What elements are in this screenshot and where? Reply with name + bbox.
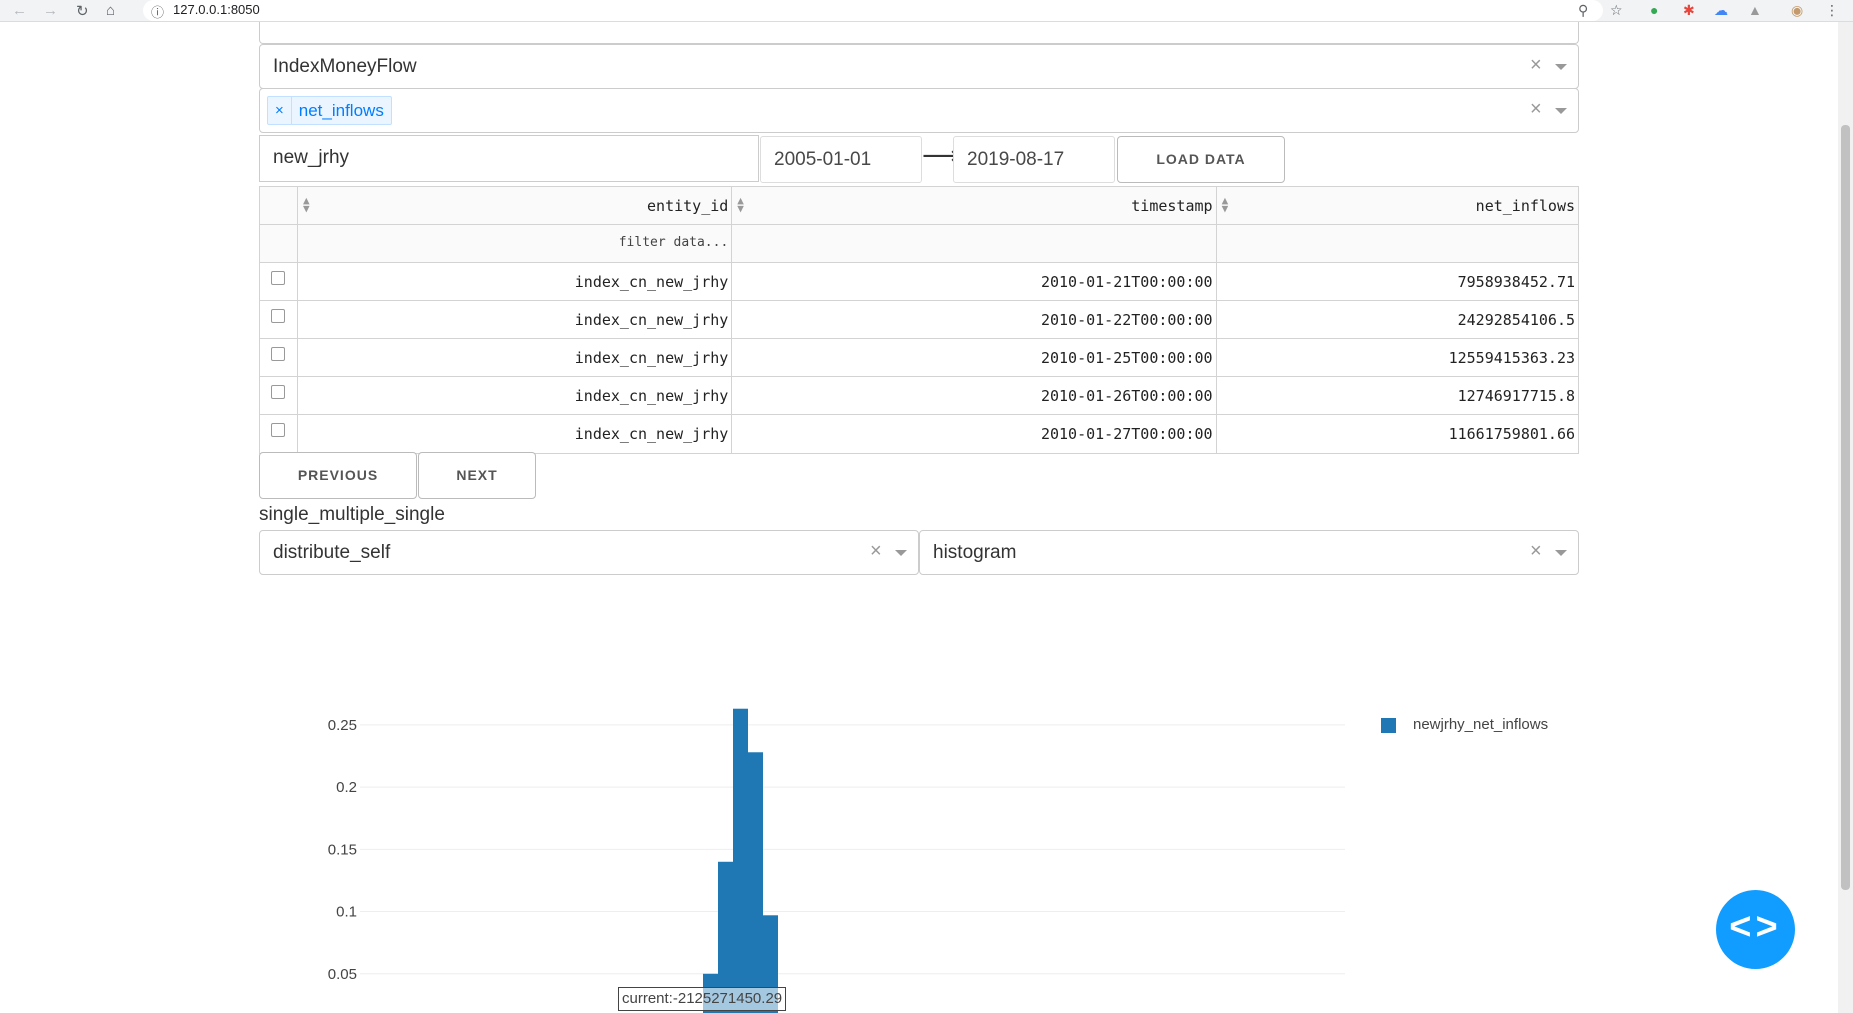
table-row: index_cn_new_jrhy 2010-01-26T00:00:00 12… — [260, 377, 1578, 415]
filter-input-timestamp[interactable] — [732, 225, 1217, 262]
legend-swatch[interactable] — [1381, 718, 1396, 733]
reload-icon[interactable]: ↻ — [76, 2, 89, 20]
cell-timestamp[interactable]: 2010-01-27T00:00:00 — [732, 415, 1217, 453]
cell-timestamp[interactable]: 2010-01-21T00:00:00 — [732, 263, 1217, 300]
home-icon[interactable]: ⌂ — [106, 2, 115, 19]
legend-label[interactable]: newjrhy_net_inflows — [1413, 716, 1548, 733]
extension-asterisk-icon[interactable]: ✱ — [1683, 2, 1695, 19]
extension-icon[interactable]: ▲ — [1748, 2, 1762, 18]
row-select-cell — [260, 301, 298, 338]
column-chip: × net_inflows — [267, 96, 392, 125]
table-row: index_cn_new_jrhy 2010-01-27T00:00:00 11… — [260, 415, 1578, 453]
column-header-entity-id[interactable]: ▲ ▼ entity_id — [297, 187, 733, 224]
chip-remove-icon[interactable]: × — [268, 97, 292, 124]
cell-net-inflows[interactable]: 7958938452.71 — [1217, 263, 1578, 300]
cell-net-inflows[interactable]: 24292854106.5 — [1217, 301, 1578, 338]
row-select-cell — [260, 339, 298, 376]
forward-icon[interactable]: → — [43, 2, 58, 19]
profile-avatar-icon[interactable]: ◉ — [1791, 2, 1803, 19]
extension-cloud-icon[interactable]: ☁ — [1714, 2, 1728, 19]
mode-label: single_multiple_single — [259, 504, 445, 525]
zoom-icon[interactable]: ⚲ — [1578, 2, 1588, 19]
table-row: index_cn_new_jrhy 2010-01-22T00:00:00 24… — [260, 301, 1578, 339]
y-tick-label: 0.05 — [328, 966, 357, 983]
info-icon[interactable]: ⓘ — [151, 2, 164, 21]
chevron-down-icon[interactable] — [1555, 108, 1567, 114]
row-checkbox[interactable] — [271, 309, 286, 323]
table-filter-row: filter data... — [260, 225, 1579, 263]
cell-net-inflows[interactable]: 11661759801.66 — [1217, 415, 1578, 453]
histogram-bar[interactable] — [733, 708, 748, 1013]
cell-timestamp[interactable]: 2010-01-25T00:00:00 — [732, 339, 1217, 376]
next-page-button[interactable]: NEXT — [418, 452, 536, 499]
schema-select[interactable]: IndexMoneyFlow × — [259, 44, 1579, 89]
sort-icon[interactable]: ▲ ▼ — [737, 195, 744, 214]
columns-multiselect[interactable]: × net_inflows × — [259, 88, 1579, 133]
schema-select-value: IndexMoneyFlow — [273, 56, 417, 77]
scrollbar-thumb[interactable] — [1841, 125, 1850, 890]
table-row: index_cn_new_jrhy 2010-01-21T00:00:00 79… — [260, 263, 1578, 301]
column-header-net-inflows[interactable]: ▲ ▼ net_inflows — [1216, 187, 1579, 224]
menu-icon[interactable]: ⋮ — [1825, 2, 1839, 19]
row-checkbox[interactable] — [271, 385, 286, 399]
previous-page-button[interactable]: PREVIOUS — [259, 452, 417, 499]
cell-entity-id[interactable]: index_cn_new_jrhy — [298, 301, 733, 338]
address-bar[interactable] — [143, 0, 1603, 21]
clear-icon[interactable]: × — [1530, 98, 1542, 121]
row-select-cell — [260, 263, 298, 300]
cell-net-inflows[interactable]: 12559415363.23 — [1217, 339, 1578, 376]
row-select-cell — [260, 415, 298, 453]
chart-type-select[interactable]: histogram × — [919, 530, 1579, 575]
table-row: index_cn_new_jrhy 2010-01-25T00:00:00 12… — [260, 339, 1578, 377]
analysis-select-value: distribute_self — [273, 542, 391, 563]
select-column-header — [260, 187, 298, 224]
browser-toolbar: ← → ↻ ⌂ ⓘ 127.0.0.1:8050 ⚲ ☆ ● ✱ ☁ ▲ ◉ ⋮ — [0, 0, 1853, 22]
hover-tooltip: current:-2125271450.29 — [618, 987, 787, 1011]
analysis-select[interactable]: distribute_self × — [259, 530, 919, 575]
code-input[interactable]: new_jrhy — [259, 135, 759, 182]
cell-entity-id[interactable]: index_cn_new_jrhy — [298, 339, 733, 376]
filter-input-entity-id[interactable]: filter data... — [297, 225, 733, 262]
filter-spacer — [260, 225, 298, 262]
row-checkbox[interactable] — [271, 271, 286, 285]
y-tick-label: 0.1 — [336, 904, 357, 921]
sort-icon[interactable]: ▲ ▼ — [303, 195, 310, 214]
chip-label: net_inflows — [298, 101, 384, 120]
table-header-row: ▲ ▼ entity_id ▲ ▼ timestamp ▲ ▼ net_inflows — [260, 187, 1579, 225]
code-toggle-button[interactable]: <> — [1716, 890, 1795, 969]
cell-timestamp[interactable]: 2010-01-22T00:00:00 — [732, 301, 1217, 338]
code-icon: <> — [1729, 906, 1782, 948]
chevron-down-icon[interactable] — [895, 550, 907, 556]
y-tick-label: 0.15 — [328, 841, 357, 858]
extension-green-icon[interactable]: ● — [1650, 2, 1658, 18]
data-table: ▲ ▼ entity_id ▲ ▼ timestamp ▲ ▼ net_inflows fi… — [259, 186, 1579, 454]
end-date-input[interactable]: 2019-08-17 — [953, 136, 1115, 183]
y-tick-label: 0.25 — [328, 717, 357, 734]
bookmark-star-icon[interactable]: ☆ — [1610, 2, 1623, 19]
chevron-down-icon[interactable] — [1555, 64, 1567, 70]
cell-timestamp[interactable]: 2010-01-26T00:00:00 — [732, 377, 1217, 414]
cell-entity-id[interactable]: index_cn_new_jrhy — [298, 415, 733, 453]
back-icon[interactable]: ← — [12, 2, 27, 19]
row-checkbox[interactable] — [271, 423, 286, 437]
row-checkbox[interactable] — [271, 347, 286, 361]
url-text[interactable]: 127.0.0.1:8050 — [173, 2, 260, 17]
clear-icon[interactable]: × — [1530, 540, 1542, 563]
y-tick-label: 0.2 — [336, 779, 357, 796]
previous-control-edge — [259, 22, 1579, 44]
clear-icon[interactable]: × — [1530, 54, 1542, 77]
histogram-bar[interactable] — [748, 752, 763, 1013]
filter-input-net-inflows[interactable] — [1216, 225, 1579, 262]
sort-icon[interactable]: ▲ ▼ — [1222, 195, 1229, 214]
load-data-button[interactable]: LOAD DATA — [1117, 136, 1285, 183]
cell-net-inflows[interactable]: 12746917715.8 — [1217, 377, 1578, 414]
column-header-timestamp[interactable]: ▲ ▼ timestamp — [732, 187, 1217, 224]
cell-entity-id[interactable]: index_cn_new_jrhy — [298, 377, 733, 414]
clear-icon[interactable]: × — [870, 540, 882, 563]
start-date-input[interactable]: 2005-01-01 — [760, 136, 922, 183]
row-select-cell — [260, 377, 298, 414]
chart-type-select-value: histogram — [933, 542, 1017, 563]
cell-entity-id[interactable]: index_cn_new_jrhy — [298, 263, 733, 300]
chevron-down-icon[interactable] — [1555, 550, 1567, 556]
